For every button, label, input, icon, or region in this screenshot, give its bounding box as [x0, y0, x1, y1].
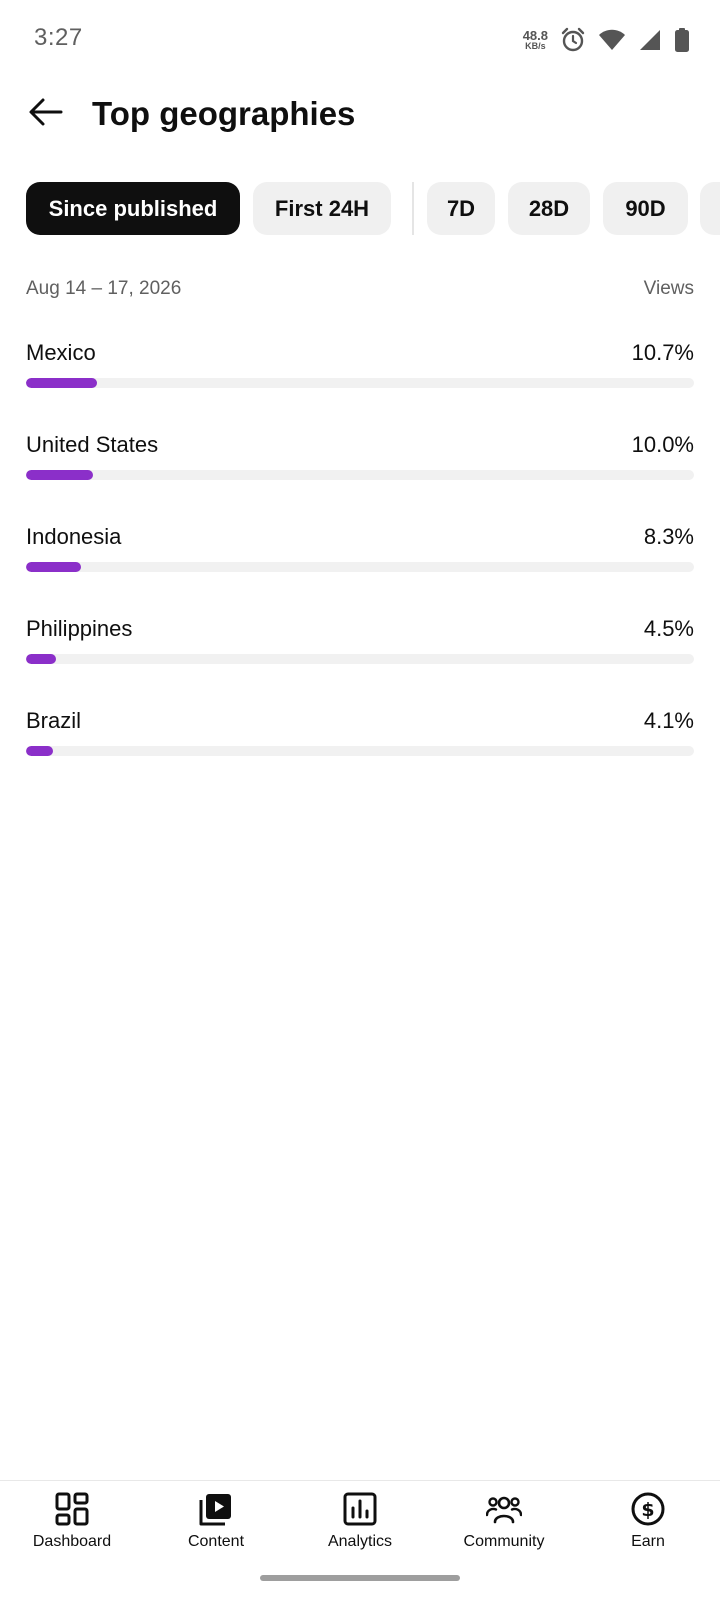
metric-label: Views [643, 278, 694, 299]
nav-dashboard[interactable]: Dashboard [0, 1491, 144, 1565]
chip-90d[interactable]: 90D [603, 182, 688, 235]
alarm-icon [560, 27, 586, 53]
network-speed-unit: KB/s [525, 41, 546, 51]
nav-label: Dashboard [32, 1533, 112, 1550]
nav-content[interactable]: Content [144, 1491, 288, 1565]
geo-row: United States 10.0% [26, 432, 694, 492]
geo-name: Indonesia [26, 524, 122, 549]
status-icons: 48.8 KB/s [523, 24, 690, 56]
share-bar-fill [26, 654, 57, 664]
geo-percent: 8.3% [643, 524, 694, 549]
chip-28d[interactable]: 28D [508, 182, 590, 235]
geo-name: Brazil [26, 708, 82, 733]
nav-earn[interactable]: $ Earn [576, 1491, 720, 1565]
geo-name: Mexico [26, 340, 96, 365]
earn-icon: $ [630, 1491, 666, 1527]
geo-name: United States [26, 432, 159, 457]
share-bar-track [26, 378, 694, 388]
chip-7d[interactable]: 7D [427, 182, 495, 235]
wifi-icon [598, 28, 626, 52]
dashboard-icon [54, 1491, 90, 1527]
share-bar-track [26, 746, 694, 756]
nav-analytics[interactable]: Analytics [288, 1491, 432, 1565]
share-bar-fill [26, 746, 54, 756]
geo-percent: 10.7% [631, 340, 694, 365]
geo-name: Philippines [26, 616, 133, 641]
back-arrow-icon [28, 97, 64, 132]
share-bar-track [26, 562, 694, 572]
analytics-icon [342, 1491, 378, 1527]
network-speed: 48.8 KB/s [523, 29, 548, 51]
nav-label: Content [187, 1533, 245, 1550]
geo-row: Philippines 4.5% [26, 616, 694, 676]
chip-divider [412, 182, 414, 235]
geo-row: Indonesia 8.3% [26, 524, 694, 584]
nav-label: Analytics [327, 1533, 393, 1550]
content-icon [198, 1491, 234, 1527]
page-title: Top geographies [92, 95, 356, 132]
meta-row: Aug 14 – 17, 2026 Views [26, 278, 694, 306]
share-bar-track [26, 654, 694, 664]
share-bar-fill [26, 562, 82, 572]
bottom-nav: Dashboard Content Analytics Community $ … [0, 1480, 720, 1600]
geo-percent: 4.1% [643, 708, 694, 733]
chip-since-published[interactable]: Since published [26, 182, 240, 235]
battery-icon [674, 27, 690, 53]
nav-community[interactable]: Community [432, 1491, 576, 1565]
cell-signal-icon [638, 28, 662, 52]
header: Top geographies [0, 80, 720, 152]
top-geographies-screen: 3:27 48.8 KB/s Top geographies Since pub… [0, 0, 720, 1600]
status-time: 3:27 [34, 24, 83, 51]
share-bar-fill [26, 378, 98, 388]
back-button[interactable] [26, 94, 66, 134]
chip-more-partial[interactable] [700, 182, 720, 235]
geo-percent: 10.0% [631, 432, 694, 457]
geo-row: Brazil 4.1% [26, 708, 694, 768]
period-filter-chips: Since published First 24H 7D 28D 90D [26, 182, 720, 236]
share-bar-fill [26, 470, 93, 480]
geo-row: Mexico 10.7% [26, 340, 694, 400]
date-range: Aug 14 – 17, 2026 [26, 278, 182, 299]
geo-percent: 4.5% [643, 616, 694, 641]
nav-label: Community [463, 1533, 545, 1550]
nav-label: Earn [631, 1533, 665, 1550]
community-icon [486, 1491, 522, 1527]
share-bar-track [26, 470, 694, 480]
home-indicator[interactable] [260, 1575, 460, 1581]
status-bar: 3:27 48.8 KB/s [0, 0, 720, 80]
chip-first-24h[interactable]: First 24H [253, 182, 391, 235]
svg-text:$: $ [641, 1499, 654, 1521]
